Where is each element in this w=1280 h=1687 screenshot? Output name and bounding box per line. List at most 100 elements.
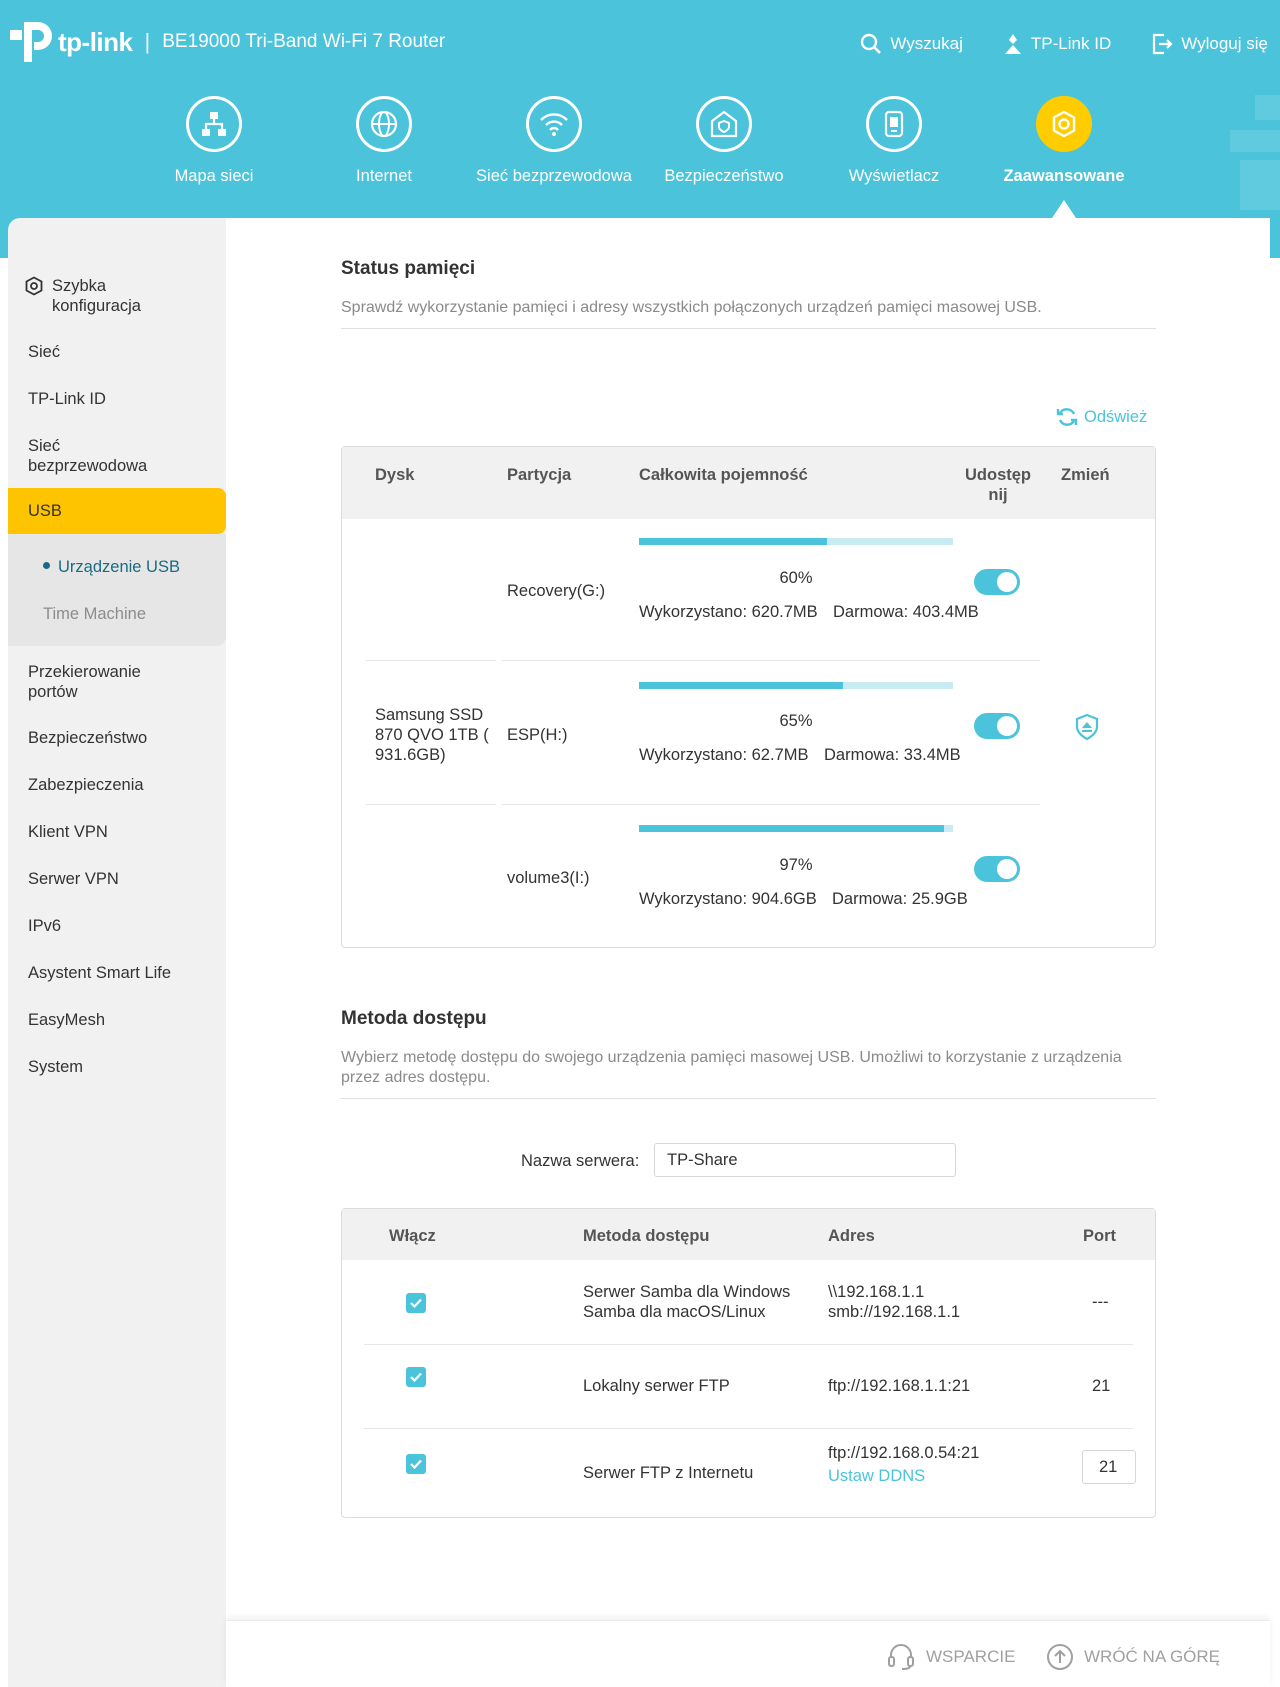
user-id-icon — [1004, 34, 1021, 54]
storage-table: Dysk Partycja Całkowita pojemność Udostę… — [341, 446, 1156, 948]
refresh-icon — [1056, 408, 1078, 426]
usage-percent: 97% — [779, 856, 813, 874]
col-share: Udostęp nij — [965, 466, 1031, 504]
nav-label: Wyświetlacz — [848, 167, 940, 185]
col-port: Port — [1083, 1227, 1116, 1245]
sidebar-item-label: Szybka konfiguracja — [52, 277, 141, 315]
network-map-icon — [186, 96, 242, 152]
share-toggle[interactable] — [974, 569, 1020, 595]
usage-used: Wykorzystano: 904.6GB — [639, 890, 817, 908]
set-ddns-link[interactable]: Ustaw DDNS — [828, 1466, 925, 1486]
access-table: Włącz Metoda dostępu Adres Port Serwer S… — [341, 1208, 1156, 1518]
nav-network-map[interactable]: Mapa sieci — [129, 96, 299, 186]
sidebar-item-security[interactable]: Bezpieczeństwo — [8, 728, 226, 748]
port-value: 21 — [1092, 1377, 1111, 1395]
brand-name: tp-link — [58, 26, 133, 57]
logout-icon — [1153, 33, 1173, 55]
col-partition: Partycja — [507, 466, 572, 484]
footer: WSPARCIE WRÓĆ NA GÓRĘ — [226, 1620, 1270, 1687]
back-to-top-label: WRÓĆ NA GÓRĘ — [1084, 1647, 1221, 1666]
globe-icon — [356, 96, 412, 152]
partition-name: volume3(I:) — [507, 869, 590, 887]
address-value: ftp://192.168.0.54:21 — [828, 1444, 980, 1462]
sidebar-item-vpn-server[interactable]: Serwer VPN — [8, 869, 226, 889]
storage-table-header: Dysk Partycja Całkowita pojemność Udostę… — [342, 447, 1155, 519]
sidebar-item-quick-setup[interactable]: Szybka konfiguracja — [8, 276, 226, 316]
row-divider — [364, 1344, 1133, 1345]
tplink-logo[interactable]: tp-link — [8, 20, 133, 64]
sidebar-item-protection[interactable]: Zabezpieczenia — [8, 775, 226, 795]
nav-label: Mapa sieci — [174, 167, 254, 185]
method-name: Samba dla macOS/Linux — [583, 1303, 766, 1321]
server-name-row: Nazwa serwera: — [226, 1143, 1270, 1183]
share-toggle[interactable] — [974, 856, 1020, 882]
row-divider — [366, 660, 496, 661]
tplink-logo-icon — [10, 22, 52, 62]
active-dot — [43, 562, 50, 570]
tplink-id-label: TP-Link ID — [1030, 34, 1112, 53]
active-nav-caret — [1052, 200, 1076, 218]
refresh-button[interactable]: Odśwież — [1056, 406, 1147, 428]
tplink-id-link[interactable]: TP-Link ID — [1003, 32, 1111, 56]
sidebar-item-usb[interactable]: USB — [8, 488, 226, 534]
toggle-knob — [997, 716, 1017, 736]
sidebar-item-tplink-id[interactable]: TP-Link ID — [8, 389, 226, 409]
nav-display[interactable]: Wyświetlacz — [809, 96, 979, 186]
headset-icon — [888, 1644, 914, 1670]
enable-checkbox[interactable] — [406, 1367, 426, 1387]
nav-wireless[interactable]: Sieć bezprzewodowa — [469, 96, 639, 186]
usage-percent: 65% — [779, 712, 813, 730]
sidebar-item-port-forwarding[interactable]: Przekierowanie portów — [8, 662, 158, 702]
col-disk: Dysk — [375, 466, 415, 484]
checkmark-icon — [410, 1372, 422, 1382]
nav-label: Bezpieczeństwo — [664, 167, 784, 185]
sidebar-item-easymesh[interactable]: EasyMesh — [8, 1010, 226, 1030]
sidebar-subitem-usb-device[interactable]: Urządzenie USB — [8, 558, 180, 577]
router-model: BE19000 Tri-Band Wi-Fi 7 Router — [162, 31, 446, 52]
nav-advanced[interactable]: Zaawansowane — [979, 96, 1149, 186]
support-label: WSPARCIE — [926, 1647, 1016, 1666]
sidebar-item-wireless[interactable]: Sieć bezprzewodowa — [8, 436, 158, 476]
server-name-label: Nazwa serwera: — [521, 1152, 640, 1170]
main-nav: Mapa sieci Internet Sieć bezprzewodowa B… — [0, 96, 1280, 216]
brand-separator: | — [144, 29, 151, 54]
sidebar: Szybka konfiguracja Sieć TP-Link ID Sieć… — [8, 218, 226, 1687]
method-name: Lokalny serwer FTP — [583, 1377, 730, 1395]
enable-checkbox[interactable] — [406, 1293, 426, 1313]
enable-checkbox[interactable] — [406, 1454, 426, 1474]
sidebar-item-vpn-client[interactable]: Klient VPN — [8, 822, 226, 842]
usage-free: Darmowa: 25.9GB — [832, 890, 968, 908]
sidebar-subitem-time-machine[interactable]: Time Machine — [8, 605, 146, 624]
storage-section-desc: Sprawdź wykorzystanie pamięci i adresy w… — [341, 299, 1042, 316]
display-icon — [866, 96, 922, 152]
section-divider — [341, 328, 1156, 329]
usage-bar-fill — [639, 825, 944, 832]
access-table-header: Włącz Metoda dostępu Adres Port — [342, 1209, 1155, 1260]
search-link[interactable]: Wyszukaj — [860, 32, 963, 56]
nav-security[interactable]: Bezpieczeństwo — [639, 96, 809, 186]
logout-link[interactable]: Wyloguj się — [1151, 32, 1268, 56]
sidebar-item-smart-life[interactable]: Asystent Smart Life — [8, 963, 226, 983]
nav-internet[interactable]: Internet — [299, 96, 469, 186]
col-address: Adres — [828, 1227, 875, 1245]
back-to-top-link[interactable]: WRÓĆ NA GÓRĘ — [1046, 1643, 1220, 1671]
port-value: --- — [1092, 1293, 1109, 1311]
gear-icon — [25, 276, 43, 296]
share-toggle[interactable] — [974, 713, 1020, 739]
address-value: \\192.168.1.1 — [828, 1283, 925, 1301]
safely-remove-icon[interactable] — [1075, 713, 1099, 741]
sidebar-item-network[interactable]: Sieć — [8, 342, 226, 362]
sidebar-item-system[interactable]: System — [8, 1057, 226, 1077]
logout-label: Wyloguj się — [1181, 34, 1268, 53]
usage-bar-fill — [639, 682, 844, 689]
wan-ftp-port-input[interactable] — [1082, 1450, 1136, 1484]
refresh-label: Odśwież — [1084, 407, 1148, 426]
partition-name: Recovery(G:) — [507, 582, 606, 600]
support-link[interactable]: WSPARCIE — [886, 1643, 1015, 1671]
sidebar-item-ipv6[interactable]: IPv6 — [8, 916, 226, 936]
row-divider — [502, 660, 1040, 661]
usage-bar-fill — [639, 538, 828, 545]
section-divider — [341, 1098, 1156, 1099]
disk-name: Samsung SSD 870 QVO 1TB ( 931.6GB) — [375, 706, 489, 764]
server-name-input[interactable] — [654, 1143, 956, 1177]
